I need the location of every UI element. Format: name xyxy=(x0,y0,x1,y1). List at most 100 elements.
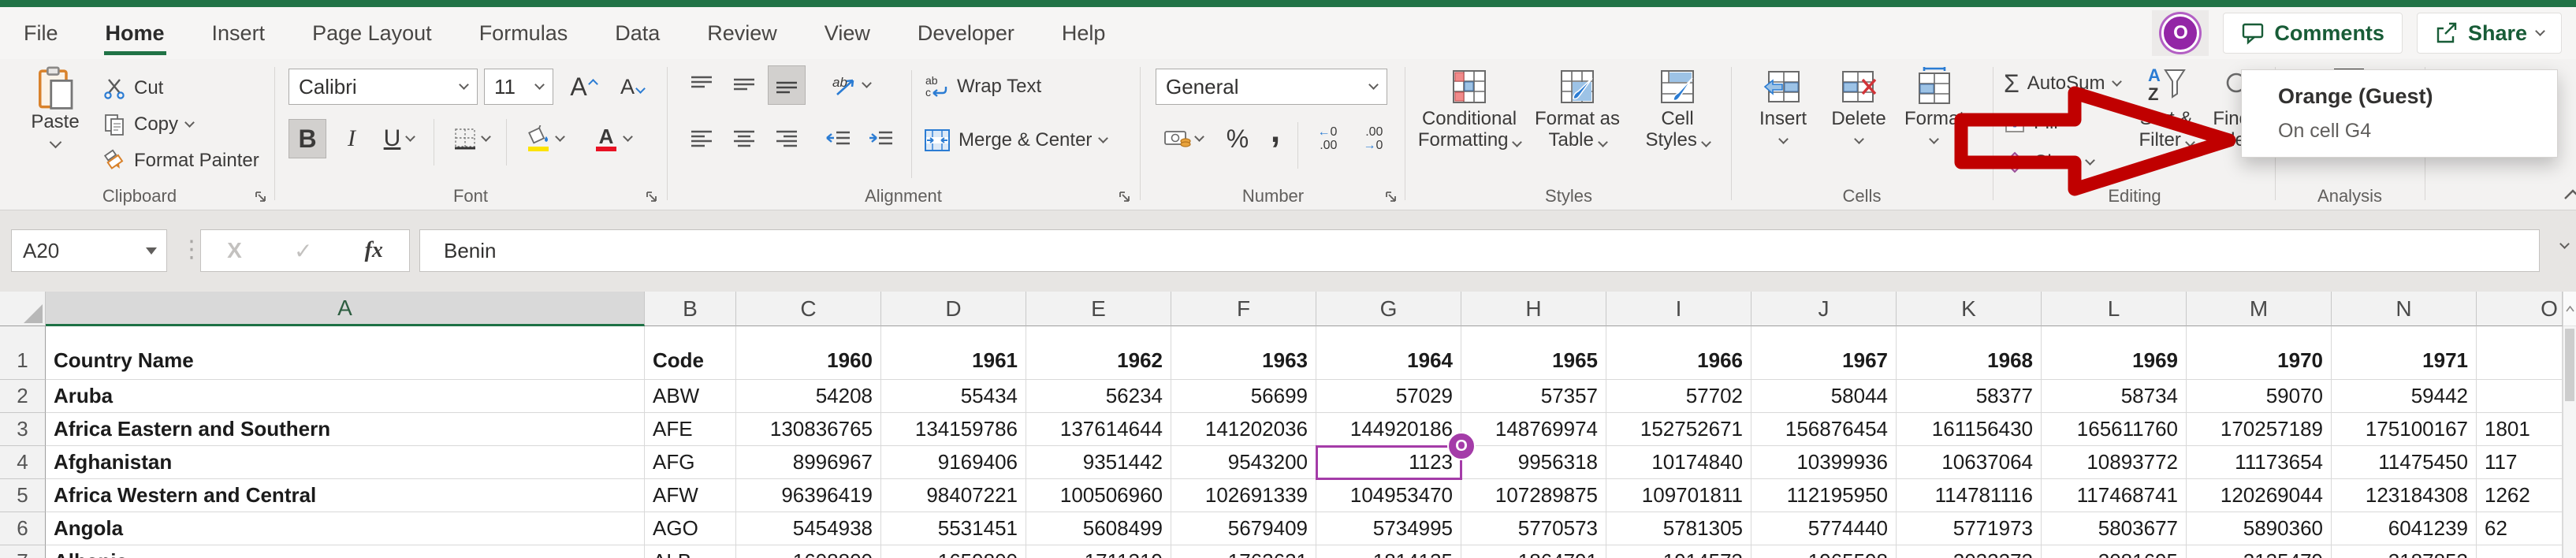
fill-color-button[interactable] xyxy=(516,119,572,158)
cell-K7[interactable]: 2022272 xyxy=(1897,545,2042,558)
cell-D1[interactable]: 1961 xyxy=(881,326,1026,380)
cancel-button[interactable]: X xyxy=(227,238,242,263)
cell-O1[interactable] xyxy=(2477,326,2563,380)
cell-A7[interactable]: Albania xyxy=(46,545,645,558)
paste-button[interactable]: Paste xyxy=(19,65,91,149)
cell-K1[interactable]: 1968 xyxy=(1897,326,2042,380)
column-header-B[interactable]: B xyxy=(645,292,736,326)
cell-L3[interactable]: 165611760 xyxy=(2042,413,2187,446)
cell-M3[interactable]: 170257189 xyxy=(2187,413,2332,446)
column-header-F[interactable]: F xyxy=(1171,292,1316,326)
percent-style-button[interactable]: % xyxy=(1219,119,1256,158)
cell-B5[interactable]: AFW xyxy=(645,479,736,512)
cell-O5[interactable]: 1262 xyxy=(2477,479,2563,512)
menu-tab-formulas[interactable]: Formulas xyxy=(456,7,592,59)
cell-E1[interactable]: 1962 xyxy=(1026,326,1171,380)
cell-M6[interactable]: 5890360 xyxy=(2187,512,2332,545)
cell-L4[interactable]: 10893772 xyxy=(2042,446,2187,479)
cell-N1[interactable]: 1971 xyxy=(2332,326,2477,380)
cell-J5[interactable]: 112195950 xyxy=(1751,479,1897,512)
alignment-dialog-launcher-icon[interactable] xyxy=(1117,189,1132,204)
column-header-A[interactable]: A xyxy=(46,292,645,326)
row-header-2[interactable]: 2 xyxy=(0,380,46,413)
cell-D3[interactable]: 134159786 xyxy=(881,413,1026,446)
cell-M7[interactable]: 2135479 xyxy=(2187,545,2332,558)
increase-indent-button[interactable] xyxy=(862,119,900,158)
cell-E4[interactable]: 9351442 xyxy=(1026,446,1171,479)
align-bottom-button[interactable] xyxy=(768,65,806,105)
cell-A6[interactable]: Angola xyxy=(46,512,645,545)
cell-A5[interactable]: Africa Western and Central xyxy=(46,479,645,512)
decrease-indent-button[interactable] xyxy=(820,119,858,158)
cell-J7[interactable]: 1965598 xyxy=(1751,545,1897,558)
cell-O4[interactable]: 117 xyxy=(2477,446,2563,479)
column-header-J[interactable]: J xyxy=(1751,292,1897,326)
cell-E6[interactable]: 5608499 xyxy=(1026,512,1171,545)
cell-N4[interactable]: 11475450 xyxy=(2332,446,2477,479)
decrease-decimal-button[interactable]: .00 →0 xyxy=(1351,119,1395,158)
scrollbar-thumb[interactable] xyxy=(2565,329,2574,401)
cell-J1[interactable]: 1967 xyxy=(1751,326,1897,380)
cell-C6[interactable]: 5454938 xyxy=(736,512,881,545)
cell-O6[interactable]: 62 xyxy=(2477,512,2563,545)
merge-center-button[interactable]: Merge & Center xyxy=(924,124,1109,157)
cut-button[interactable]: Cut xyxy=(102,72,163,105)
cell-K4[interactable]: 10637064 xyxy=(1897,446,2042,479)
cell-D2[interactable]: 55434 xyxy=(881,380,1026,413)
cell-O3[interactable]: 1801 xyxy=(2477,413,2563,446)
cell-I2[interactable]: 57702 xyxy=(1606,380,1751,413)
cell-L7[interactable]: 2081695 xyxy=(2042,545,2187,558)
cell-H5[interactable]: 107289875 xyxy=(1461,479,1606,512)
cell-C5[interactable]: 96396419 xyxy=(736,479,881,512)
cell-B2[interactable]: ABW xyxy=(645,380,736,413)
cell-A3[interactable]: Africa Eastern and Southern xyxy=(46,413,645,446)
cell-J2[interactable]: 58044 xyxy=(1751,380,1897,413)
cell-M2[interactable]: 59070 xyxy=(2187,380,2332,413)
cell-F4[interactable]: 9543200 xyxy=(1171,446,1316,479)
cell-G5[interactable]: 104953470 xyxy=(1316,479,1461,512)
cell-N6[interactable]: 6041239 xyxy=(2332,512,2477,545)
cell-H7[interactable]: 1864791 xyxy=(1461,545,1606,558)
font-size-combo[interactable]: 11 xyxy=(484,69,553,105)
cell-G3[interactable]: 144920186 xyxy=(1316,413,1461,446)
italic-button[interactable]: I xyxy=(334,119,369,158)
name-box[interactable]: A20 xyxy=(11,229,167,272)
cell-C4[interactable]: 8996967 xyxy=(736,446,881,479)
cell-L6[interactable]: 5803677 xyxy=(2042,512,2187,545)
cell-B1[interactable]: Code xyxy=(645,326,736,380)
cell-N5[interactable]: 123184308 xyxy=(2332,479,2477,512)
cell-O2[interactable] xyxy=(2477,380,2563,413)
cell-J3[interactable]: 156876454 xyxy=(1751,413,1897,446)
row-header-6[interactable]: 6 xyxy=(0,512,46,545)
column-header-H[interactable]: H xyxy=(1461,292,1606,326)
sort-filter-button[interactable]: AZ Sort & Filter xyxy=(2128,64,2204,151)
cell-K5[interactable]: 114781116 xyxy=(1897,479,2042,512)
cell-C1[interactable]: 1960 xyxy=(736,326,881,380)
cell-J6[interactable]: 5774440 xyxy=(1751,512,1897,545)
avatar-tile[interactable]: O xyxy=(2152,10,2209,56)
cell-L2[interactable]: 58734 xyxy=(2042,380,2187,413)
row-header-5[interactable]: 5 xyxy=(0,479,46,512)
font-name-combo[interactable]: Calibri xyxy=(288,69,478,105)
cell-C3[interactable]: 130836765 xyxy=(736,413,881,446)
menu-tab-view[interactable]: View xyxy=(801,7,894,59)
cell-A2[interactable]: Aruba xyxy=(46,380,645,413)
cell-H2[interactable]: 57357 xyxy=(1461,380,1606,413)
column-header-D[interactable]: D xyxy=(881,292,1026,326)
format-as-table-button[interactable]: Format as Table xyxy=(1528,65,1627,151)
row-header-7[interactable]: 7 xyxy=(0,545,46,558)
expand-formula-bar-icon[interactable] xyxy=(2559,239,2570,249)
conditional-formatting-button[interactable]: Conditional Formatting xyxy=(1414,65,1524,151)
cell-H4[interactable]: 9956318 xyxy=(1461,446,1606,479)
column-header-E[interactable]: E xyxy=(1026,292,1171,326)
row-header-1[interactable]: 1 xyxy=(0,326,46,380)
cell-B6[interactable]: AGO xyxy=(645,512,736,545)
cell-H3[interactable]: 148769974 xyxy=(1461,413,1606,446)
cell-N3[interactable]: 175100167 xyxy=(2332,413,2477,446)
cell-J4[interactable]: 10399936 xyxy=(1751,446,1897,479)
cell-I5[interactable]: 109701811 xyxy=(1606,479,1751,512)
column-header-N[interactable]: N xyxy=(2332,292,2477,326)
cell-E2[interactable]: 56234 xyxy=(1026,380,1171,413)
shrink-font-button[interactable]: A xyxy=(610,67,654,106)
wrap-text-button[interactable]: ab c Wrap Text xyxy=(924,70,1041,103)
